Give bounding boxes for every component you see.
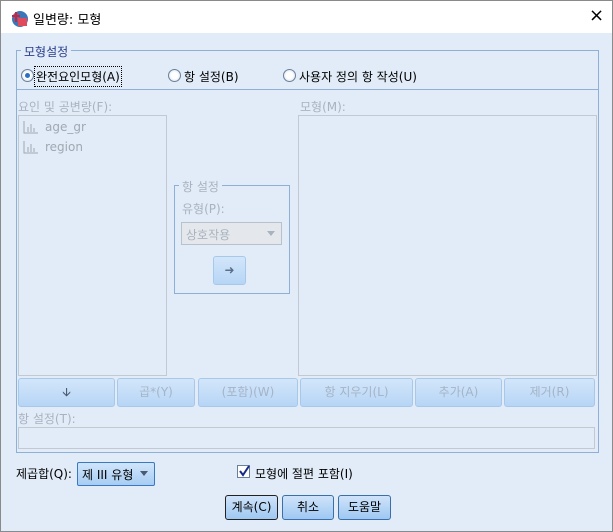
chevron-down-icon xyxy=(140,471,148,480)
model-label: 모형(M): xyxy=(300,100,346,114)
by-button[interactable]: 곱*(Y) xyxy=(117,378,195,407)
model-spec-legend: 모형설정 xyxy=(21,43,72,60)
divider xyxy=(16,89,599,90)
radio-button[interactable] xyxy=(21,69,34,82)
intercept-label: 모형에 절편 포함(I) xyxy=(255,467,353,481)
chevron-down-icon xyxy=(267,231,275,240)
list-item[interactable]: age_gr xyxy=(23,120,86,134)
window-title: 일변량: 모형 xyxy=(33,13,102,28)
radio-button[interactable] xyxy=(168,69,181,82)
add-button[interactable]: 추가(A) xyxy=(415,378,502,407)
sum-of-squares-label: 제곱합(Q): xyxy=(16,467,72,481)
move-down-button[interactable]: 🡫 xyxy=(18,378,115,407)
arrow-down-icon: 🡫 xyxy=(62,385,71,399)
type-label: 유형(P): xyxy=(182,202,225,216)
radio-button[interactable] xyxy=(283,69,296,82)
build-term-legend: 항 설정 xyxy=(179,178,222,195)
close-icon[interactable]: × xyxy=(589,5,604,26)
remove-button[interactable]: 제거(R) xyxy=(504,378,595,407)
term-input[interactable] xyxy=(18,427,595,449)
continue-button[interactable]: 계속(C) xyxy=(225,495,278,520)
arrow-right-icon: ➜ xyxy=(224,263,235,277)
dialog-window: 일변량: 모형 × 모형설정 완전요인모형(A) 항 설정(B) 사용자 정의 … xyxy=(0,0,613,532)
title-bar: 일변량: 모형 × xyxy=(1,1,612,33)
help-button[interactable]: 도움말 xyxy=(338,495,391,520)
checkmark-icon xyxy=(239,465,250,477)
type-dropdown[interactable]: 상호작용 xyxy=(181,222,282,245)
sum-of-squares-dropdown[interactable]: 제 III 유형 xyxy=(77,462,155,486)
app-icon xyxy=(12,11,28,27)
model-list[interactable] xyxy=(298,115,597,376)
move-to-model-button[interactable]: ➜ xyxy=(213,256,246,285)
factors-label: 요인 및 공변량(F): xyxy=(18,100,113,114)
list-item[interactable]: region xyxy=(23,140,83,154)
term-label: 항 설정(T): xyxy=(18,412,76,426)
intercept-checkbox[interactable] xyxy=(237,465,250,478)
scale-variable-icon xyxy=(23,121,38,134)
scale-variable-icon xyxy=(23,141,38,154)
factors-list[interactable]: age_gr region xyxy=(18,115,167,376)
cancel-button[interactable]: 취소 xyxy=(282,495,334,520)
clear-term-button[interactable]: 항 지우기(L) xyxy=(300,378,413,407)
within-button[interactable]: (포함)(W) xyxy=(198,378,298,407)
